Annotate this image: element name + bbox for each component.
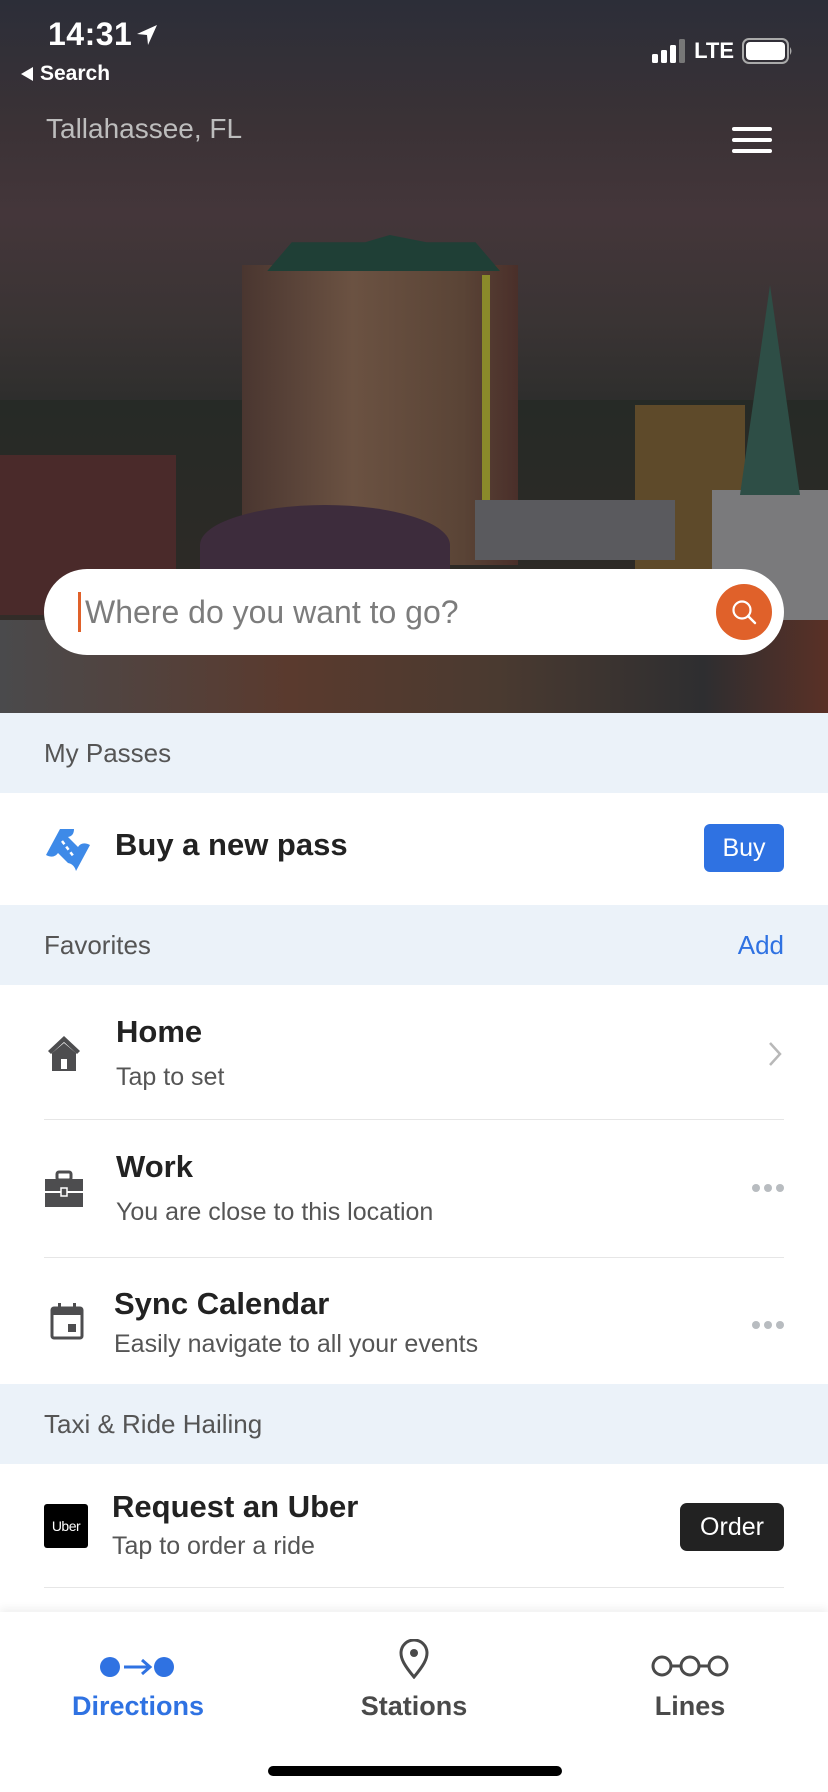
tab-lines-label: Lines	[654, 1691, 726, 1721]
tab-stations-label: Stations	[360, 1691, 468, 1721]
sync-calendar-row[interactable]: Sync Calendar Easily navigate to all you…	[0, 1258, 828, 1384]
taxi-label: Taxi & Ride Hailing	[44, 1408, 263, 1439]
network-type: LTE	[694, 38, 734, 63]
my-passes-label: My Passes	[44, 737, 172, 768]
briefcase-icon	[45, 1170, 83, 1207]
home-subtitle: Tap to set	[116, 1063, 225, 1091]
favorites-header: Favorites Add	[0, 905, 828, 985]
hamburger-menu-icon[interactable]	[732, 127, 772, 153]
back-triangle-icon	[21, 67, 33, 81]
buy-button[interactable]: Buy	[704, 824, 784, 872]
search-icon	[732, 600, 757, 625]
tab-directions-label: Directions	[71, 1691, 205, 1721]
divider	[44, 1587, 784, 1588]
home-indicator[interactable]	[268, 1766, 562, 1776]
location-arrow-icon	[137, 25, 157, 45]
uber-title: Request an Uber	[112, 1489, 359, 1524]
order-button[interactable]: Order	[680, 1503, 784, 1551]
text-cursor	[78, 592, 81, 632]
more-icon[interactable]	[752, 1184, 784, 1192]
favorites-label: Favorites	[44, 929, 151, 960]
home-icon	[48, 1036, 80, 1071]
sync-calendar-title: Sync Calendar	[114, 1286, 330, 1321]
sync-calendar-subtitle: Easily navigate to all your events	[114, 1330, 479, 1358]
favorite-home-row[interactable]: Home Tap to set	[0, 985, 828, 1120]
my-passes-header: My Passes	[0, 713, 828, 793]
directions-icon	[100, 1657, 174, 1677]
buy-pass-row[interactable]: Buy a new pass Buy	[0, 793, 828, 905]
home-title: Home	[116, 1014, 203, 1049]
chevron-right-icon[interactable]	[768, 1041, 782, 1067]
status-bar: 14:31 Search LTE	[0, 0, 828, 90]
taxi-header: Taxi & Ride Hailing	[0, 1384, 828, 1464]
status-time: 14:31	[48, 16, 133, 52]
tab-directions[interactable]: Directions	[0, 1612, 276, 1722]
back-label: Search	[40, 62, 111, 85]
tab-bar: Directions Stations Lines	[0, 1612, 828, 1792]
work-title: Work	[116, 1149, 193, 1184]
uber-row[interactable]: Uber Request an Uber Tap to order a ride…	[0, 1464, 828, 1588]
tab-lines[interactable]: Lines	[552, 1612, 828, 1722]
search-bar[interactable]	[44, 569, 784, 655]
tab-stations[interactable]: Stations	[276, 1612, 552, 1722]
status-indicators: LTE	[652, 38, 794, 64]
calendar-icon	[50, 1303, 84, 1340]
destination-search-input[interactable]	[85, 593, 685, 631]
add-favorite-button[interactable]: Add	[738, 930, 784, 961]
back-to-search[interactable]: Search	[20, 62, 110, 86]
hero-roof	[475, 500, 675, 560]
buy-pass-title: Buy a new pass	[115, 827, 348, 862]
ticket-icon	[46, 829, 90, 871]
work-subtitle: You are close to this location	[116, 1198, 434, 1226]
uber-logo: Uber	[44, 1504, 88, 1548]
hero-spire	[740, 285, 800, 495]
search-button[interactable]	[716, 584, 772, 640]
battery-icon	[742, 38, 792, 64]
signal-icon	[652, 39, 686, 63]
map-pin-icon	[399, 1639, 429, 1679]
uber-subtitle: Tap to order a ride	[112, 1532, 315, 1560]
hero-tower-roof	[267, 235, 500, 271]
favorite-work-row[interactable]: Work You are close to this location	[0, 1120, 828, 1258]
lines-icon	[651, 1655, 729, 1677]
city-label[interactable]: Tallahassee, FL	[46, 113, 242, 145]
more-icon[interactable]	[752, 1321, 784, 1329]
